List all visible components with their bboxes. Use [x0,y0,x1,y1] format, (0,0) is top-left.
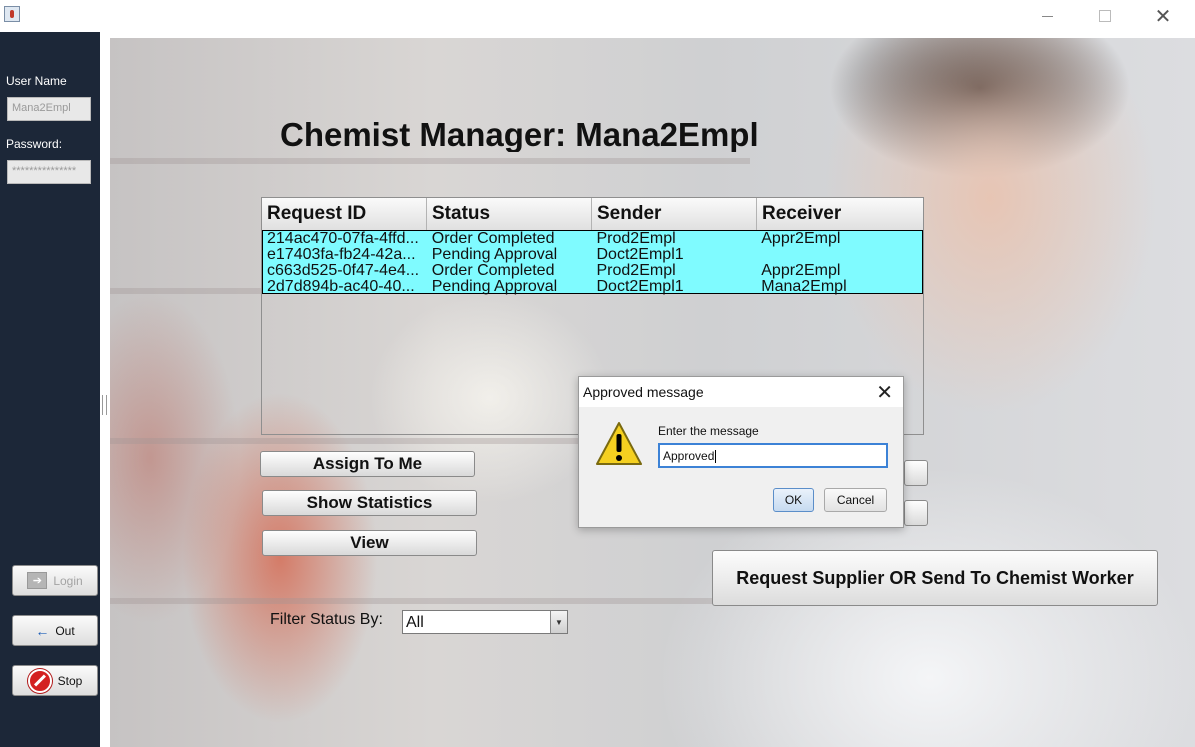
maximize-button[interactable] [1076,0,1134,32]
cell-receiver [757,247,922,263]
filter-status-label: Filter Status By: [270,611,383,628]
page-title: Chemist Manager: Mana2Empl [280,116,759,152]
assign-to-me-button[interactable]: Assign To Me [260,451,475,477]
cell-request-id: 2d7d894b-ac40-40... [267,279,415,295]
filter-selected-value: All [406,614,424,631]
cell-receiver: Mana2Empl [761,279,847,295]
password-field[interactable]: *************** [7,160,91,184]
chevron-down-icon[interactable]: ▼ [550,611,567,633]
message-input[interactable]: Approved [658,443,888,468]
column-header-receiver[interactable]: Receiver [757,198,923,230]
close-window-button[interactable]: ✕ [1134,0,1192,32]
split-pane-divider[interactable] [102,395,107,415]
partially-hidden-button[interactable] [904,500,928,526]
dialog-prompt: Enter the message [658,424,759,438]
cell-status: Pending Approval [431,279,558,295]
login-label: Login [53,573,83,588]
cell-status: Order Completed [431,231,555,247]
login-arrow-icon: ➔ [27,572,48,589]
sidebar: User Name Mana2Empl Password: **********… [0,32,100,747]
close-icon[interactable]: ✕ [876,380,893,405]
cell-request-id: 214ac470-07fa-4ffd... [267,231,419,247]
cell-status: Order Completed [431,263,555,279]
column-header-sender[interactable]: Sender [592,198,757,230]
warning-icon [596,422,642,465]
login-button[interactable]: ➔ Login [12,565,98,596]
view-button[interactable]: View [262,530,477,556]
show-statistics-button[interactable]: Show Statistics [262,490,477,516]
table-row[interactable]: 2d7d894b-ac40-40... Pending Approval Doc… [263,279,922,295]
stop-icon [27,668,52,693]
password-label: Password: [6,137,63,151]
column-header-status[interactable]: Status [427,198,592,230]
cell-sender: Doct2Empl1 [596,279,684,295]
filter-status-select[interactable]: All ▼ [402,610,568,634]
table-header: Request ID Status Sender Receiver [262,198,923,231]
minimize-button[interactable] [1018,0,1076,32]
stop-label: Stop [57,673,83,688]
dialog-titlebar: Approved message ✕ [579,377,903,407]
partially-hidden-button[interactable] [904,460,928,486]
window-titlebar: ✕ [0,0,1195,32]
username-label: User Name [6,74,67,88]
cell-request-id: e17403fa-fb24-42a... [267,247,416,263]
ok-button[interactable]: OK [773,488,814,512]
cell-receiver: Appr2Empl [761,263,841,279]
cell-sender: Prod2Empl [596,263,676,279]
out-button[interactable]: ← Out [12,615,98,646]
cancel-button[interactable]: Cancel [824,488,887,512]
java-app-icon [4,6,20,22]
username-field[interactable]: Mana2Empl [7,97,91,121]
table-row[interactable]: c663d525-0f47-4e4... Order Completed Pro… [263,263,922,279]
stop-button[interactable]: Stop [12,665,98,696]
cell-sender: Doct2Empl1 [596,247,684,263]
back-arrow-icon: ← [35,622,50,639]
table-body: 214ac470-07fa-4ffd... Order Completed Pr… [262,230,923,295]
out-label: Out [55,623,75,638]
cell-receiver: Appr2Empl [761,231,841,247]
approved-message-dialog: Approved message ✕ Enter the message App… [578,376,904,528]
request-supplier-button[interactable]: Request Supplier OR Send To Chemist Work… [712,550,1158,606]
dialog-title: Approved message [583,384,704,400]
table-row[interactable]: 214ac470-07fa-4ffd... Order Completed Pr… [263,231,922,247]
table-row[interactable]: e17403fa-fb24-42a... Pending Approval Do… [263,247,922,263]
column-header-request-id[interactable]: Request ID [262,198,427,230]
cell-request-id: c663d525-0f47-4e4... [267,263,420,279]
cell-status: Pending Approval [431,247,558,263]
cell-sender: Prod2Empl [596,231,676,247]
